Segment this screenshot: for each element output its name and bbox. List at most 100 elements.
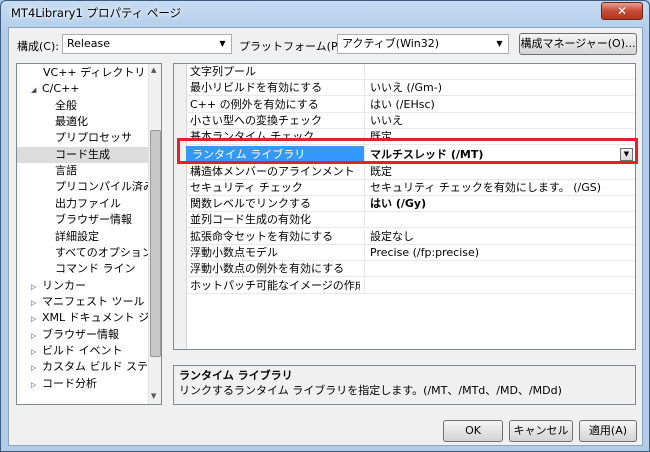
- property-name: 構造体メンバーのアラインメント: [190, 164, 355, 178]
- tree-item[interactable]: コマンド ライン: [17, 261, 149, 277]
- collapsed-arrow-icon[interactable]: ▷: [31, 295, 42, 311]
- tree-item[interactable]: 最適化: [17, 114, 149, 130]
- tree-item[interactable]: ▷ リンカー: [17, 278, 149, 294]
- tree-item[interactable]: 出力ファイル: [17, 196, 149, 212]
- collapsed-arrow-icon[interactable]: ▷: [31, 360, 42, 376]
- column-divider: [364, 96, 365, 113]
- property-name: 並列コード生成の有効化: [190, 213, 311, 227]
- expanded-arrow-icon[interactable]: ◢: [31, 82, 42, 98]
- property-name: C++ の例外を有効にする: [190, 97, 319, 111]
- tree-item[interactable]: ▷ XML ドキュメント ジェ: [17, 310, 160, 327]
- tree-item-label: ブラウザー情報: [42, 327, 119, 341]
- description-title: ランタイム ライブラリ: [179, 369, 293, 382]
- ok-button[interactable]: OK: [443, 420, 503, 442]
- property-value[interactable]: はい (/EHsc): [370, 97, 435, 113]
- tree-item[interactable]: 言語: [17, 163, 149, 179]
- value-dropdown-button[interactable]: ▼: [620, 147, 633, 161]
- property-row[interactable]: 浮動小数点の例外を有効にする: [186, 261, 635, 278]
- description-panel: ランタイム ライブラリ リンクするランタイム ライブラリを指定します。(/MT、…: [173, 365, 636, 405]
- collapsed-arrow-icon[interactable]: ▷: [31, 311, 42, 327]
- scrollbar-thumb[interactable]: [150, 130, 161, 357]
- tree-item-label: コード生成: [55, 147, 110, 161]
- property-name: 最小リビルドを有効にする: [190, 81, 323, 95]
- property-row[interactable]: C++ の例外を有効にする はい (/EHsc): [186, 96, 635, 113]
- tree-item-label: XML ドキュメント ジェ: [42, 311, 161, 325]
- property-value[interactable]: いいえ (/Gm-): [370, 80, 442, 96]
- property-value[interactable]: 設定なし: [370, 229, 414, 245]
- tree-item-label: マニフェスト ツール: [42, 294, 145, 308]
- tree-item[interactable]: コード生成: [17, 146, 149, 163]
- platform-select[interactable]: アクティブ(Win32) ▼: [337, 34, 509, 54]
- tree-item[interactable]: 全般: [17, 98, 149, 114]
- property-row[interactable]: ホットパッチ可能なイメージの作成: [186, 277, 635, 294]
- scroll-down-icon[interactable]: ▼: [151, 392, 156, 400]
- property-row[interactable]: 文字列プール: [186, 64, 635, 80]
- tree-item[interactable]: ▷ マニフェスト ツール: [17, 294, 149, 310]
- property-value[interactable]: セキュリティ チェックを有効にします。 (/GS): [370, 180, 601, 196]
- collapsed-arrow-icon[interactable]: ▷: [31, 279, 42, 295]
- column-divider: [364, 196, 365, 213]
- chevron-down-icon: ▼: [496, 39, 503, 48]
- property-row[interactable]: 関数レベルでリンクする はい (/Gy): [186, 196, 635, 213]
- property-value[interactable]: Precise (/fp:precise): [370, 245, 479, 261]
- tree-item-label: すべてのオプション: [55, 245, 153, 259]
- column-divider: [364, 228, 365, 245]
- property-row[interactable]: セキュリティ チェック セキュリティ チェックを有効にします。 (/GS): [186, 179, 635, 196]
- tree-item[interactable]: すべてのオプション: [17, 245, 153, 261]
- property-row[interactable]: 小さい型への変換チェック いいえ: [186, 112, 635, 129]
- platform-value: アクティブ(Win32): [342, 37, 440, 50]
- tree-item-label: カスタム ビルド ステッ: [42, 360, 159, 374]
- tree-item[interactable]: ▷ カスタム ビルド ステッ: [17, 359, 159, 376]
- tree-item-label: C/C++: [42, 82, 80, 96]
- title-bar[interactable]: MT4Library1 プロパティ ページ ✕: [1, 1, 649, 27]
- property-value[interactable]: はい (/Gy): [370, 196, 426, 212]
- configuration-select[interactable]: Release ▼: [62, 34, 232, 54]
- property-name: ホットパッチ可能なイメージの作成: [190, 278, 360, 292]
- tree-item[interactable]: ブラウザー情報: [17, 212, 149, 228]
- cancel-button[interactable]: キャンセル: [509, 420, 573, 442]
- collapsed-arrow-icon[interactable]: ▷: [31, 328, 42, 344]
- tree-item[interactable]: ▷ ブラウザー情報: [17, 327, 149, 343]
- property-value[interactable]: 既定: [370, 164, 392, 180]
- tree-item[interactable]: ◢ C/C++: [17, 81, 149, 97]
- property-name: 小さい型への変換チェック: [190, 113, 322, 127]
- collapsed-arrow-icon[interactable]: ▷: [31, 344, 42, 360]
- tree-item[interactable]: ▷ コード分析: [17, 376, 149, 392]
- tree-item-label: ブラウザー情報: [55, 213, 132, 227]
- property-grid[interactable]: 文字列プール 最小リビルドを有効にする いいえ (/Gm-) C++ の例外を有効にす…: [173, 63, 636, 350]
- property-pages-window: MT4Library1 プロパティ ページ ✕ 構成(C): Release ▼…: [0, 0, 650, 452]
- column-divider: [364, 245, 365, 261]
- tree-item-label: VC++ ディレクトリ: [43, 66, 146, 79]
- property-row[interactable]: 拡張命令セットを有効にする 設定なし: [186, 228, 635, 245]
- tree-item-label: 全般: [55, 98, 77, 112]
- column-divider: [364, 212, 365, 229]
- property-value[interactable]: マルチスレッド (/MT): [370, 146, 483, 164]
- property-name: 関数レベルでリンクする: [190, 197, 311, 211]
- property-row[interactable]: 基本ランタイム チェック 既定: [186, 129, 635, 146]
- property-row[interactable]: 浮動小数点モデル Precise (/fp:precise): [186, 245, 635, 261]
- tree-item-label: コマンド ライン: [55, 262, 136, 276]
- apply-button[interactable]: 適用(A): [579, 420, 637, 442]
- property-row[interactable]: 構造体メンバーのアラインメント 既定: [186, 163, 635, 180]
- tree-item[interactable]: VC++ ディレクトリ: [17, 65, 149, 81]
- property-row[interactable]: 並列コード生成の有効化: [186, 212, 635, 229]
- tree-item[interactable]: 詳細設定: [17, 229, 149, 245]
- tree-item[interactable]: プリコンパイル済みヘ: [17, 179, 161, 195]
- category-tree[interactable]: VC++ ディレクトリ ◢ C/C++ 全般 最適化 プリプロセッサ コード生成 言語 プリコン…: [16, 63, 162, 405]
- tree-scrollbar[interactable]: ▲ ▼: [148, 64, 161, 404]
- close-button[interactable]: ✕: [601, 2, 643, 20]
- tree-item-label: プリコンパイル済みヘ: [55, 180, 162, 194]
- property-value[interactable]: 既定: [370, 129, 392, 145]
- property-value[interactable]: いいえ: [370, 113, 403, 129]
- property-row[interactable]: ランタイム ライブラリ マルチスレッド (/MT) ▼: [186, 145, 635, 164]
- configuration-manager-button[interactable]: 構成マネージャー(O)...: [519, 33, 637, 55]
- column-divider: [364, 179, 365, 196]
- property-row[interactable]: 最小リビルドを有効にする いいえ (/Gm-): [186, 80, 635, 97]
- property-name: ランタイム ライブラリ: [186, 145, 364, 164]
- collapsed-arrow-icon[interactable]: ▷: [31, 377, 42, 393]
- tree-item[interactable]: プリプロセッサ: [17, 130, 149, 146]
- tree-item[interactable]: ▷ ビルド イベント: [17, 343, 149, 359]
- scroll-up-icon[interactable]: ▲: [151, 66, 156, 74]
- configuration-value: Release: [67, 37, 110, 50]
- tree-item-label: リンカー: [42, 278, 86, 292]
